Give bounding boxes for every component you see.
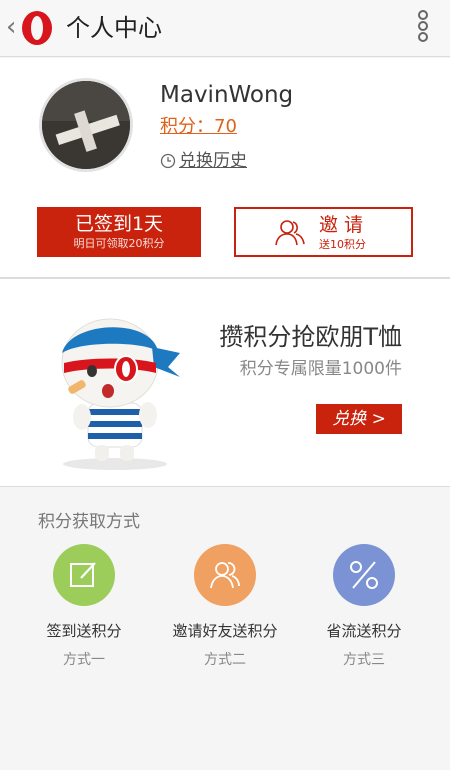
method-saving[interactable]: 省流送积分 方式三 (294, 544, 434, 670)
invite-label: 邀 请 (319, 214, 364, 236)
invite-sub: 送10积分 (319, 238, 366, 251)
redeem-history-link[interactable]: 兑换历史 (160, 148, 247, 174)
username: MavinWong (160, 82, 294, 108)
redeem-history-label: 兑换历史 (179, 151, 247, 171)
checkin-sub: 明日可领取20积分 (73, 237, 165, 250)
page-title: 个人中心 (66, 14, 162, 42)
method-sub: 方式一 (63, 652, 105, 668)
method-invite[interactable]: 邀请好友送积分 方式二 (155, 544, 295, 670)
profile-section: MavinWong 积分：70 兑换历史 已签到1天 明日可领取20积分 邀 请… (0, 58, 450, 278)
method-sub: 方式三 (343, 652, 385, 668)
opera-logo-icon[interactable] (20, 9, 54, 47)
edit-icon (70, 562, 96, 587)
method-saving-circle (333, 544, 395, 606)
people-icon (210, 562, 240, 589)
avatar[interactable] (39, 78, 133, 172)
checkin-button[interactable]: 已签到1天 明日可领取20积分 (37, 207, 201, 257)
method-invite-circle (194, 544, 256, 606)
promo-banner[interactable]: 攒积分抢欧朋T恤 积分专属限量1000件 兑换 > (0, 278, 450, 487)
percent-icon (350, 561, 378, 589)
mascot-image (61, 318, 180, 470)
redeem-button[interactable]: 兑换 > (316, 404, 402, 434)
method-checkin-circle (53, 544, 115, 606)
clock-icon (160, 153, 176, 169)
avatar-cross-image (42, 81, 130, 169)
method-sub: 方式二 (204, 652, 246, 668)
top-bar: ‹ 个人中心 (0, 0, 450, 57)
points-link[interactable]: 积分：70 (160, 114, 237, 140)
points-methods-section: 积分获取方式 签到送积分 方式一 邀请好友送积分 方式二 省流送积分 方式三 (0, 488, 450, 770)
more-menu-icon[interactable] (416, 10, 430, 46)
banner-title: 攒积分抢欧朋T恤 (219, 323, 402, 351)
method-label: 省流送积分 (326, 622, 402, 640)
banner-subtitle: 积分专属限量1000件 (239, 359, 402, 379)
method-checkin[interactable]: 签到送积分 方式一 (14, 544, 154, 670)
method-label: 邀请好友送积分 (172, 622, 278, 640)
method-label: 签到送积分 (46, 622, 122, 640)
checkin-label: 已签到1天 (74, 213, 164, 235)
back-icon[interactable]: ‹ (6, 12, 16, 42)
methods-title: 积分获取方式 (38, 512, 140, 532)
invite-button[interactable]: 邀 请 送10积分 (234, 207, 413, 257)
people-icon (275, 220, 305, 246)
